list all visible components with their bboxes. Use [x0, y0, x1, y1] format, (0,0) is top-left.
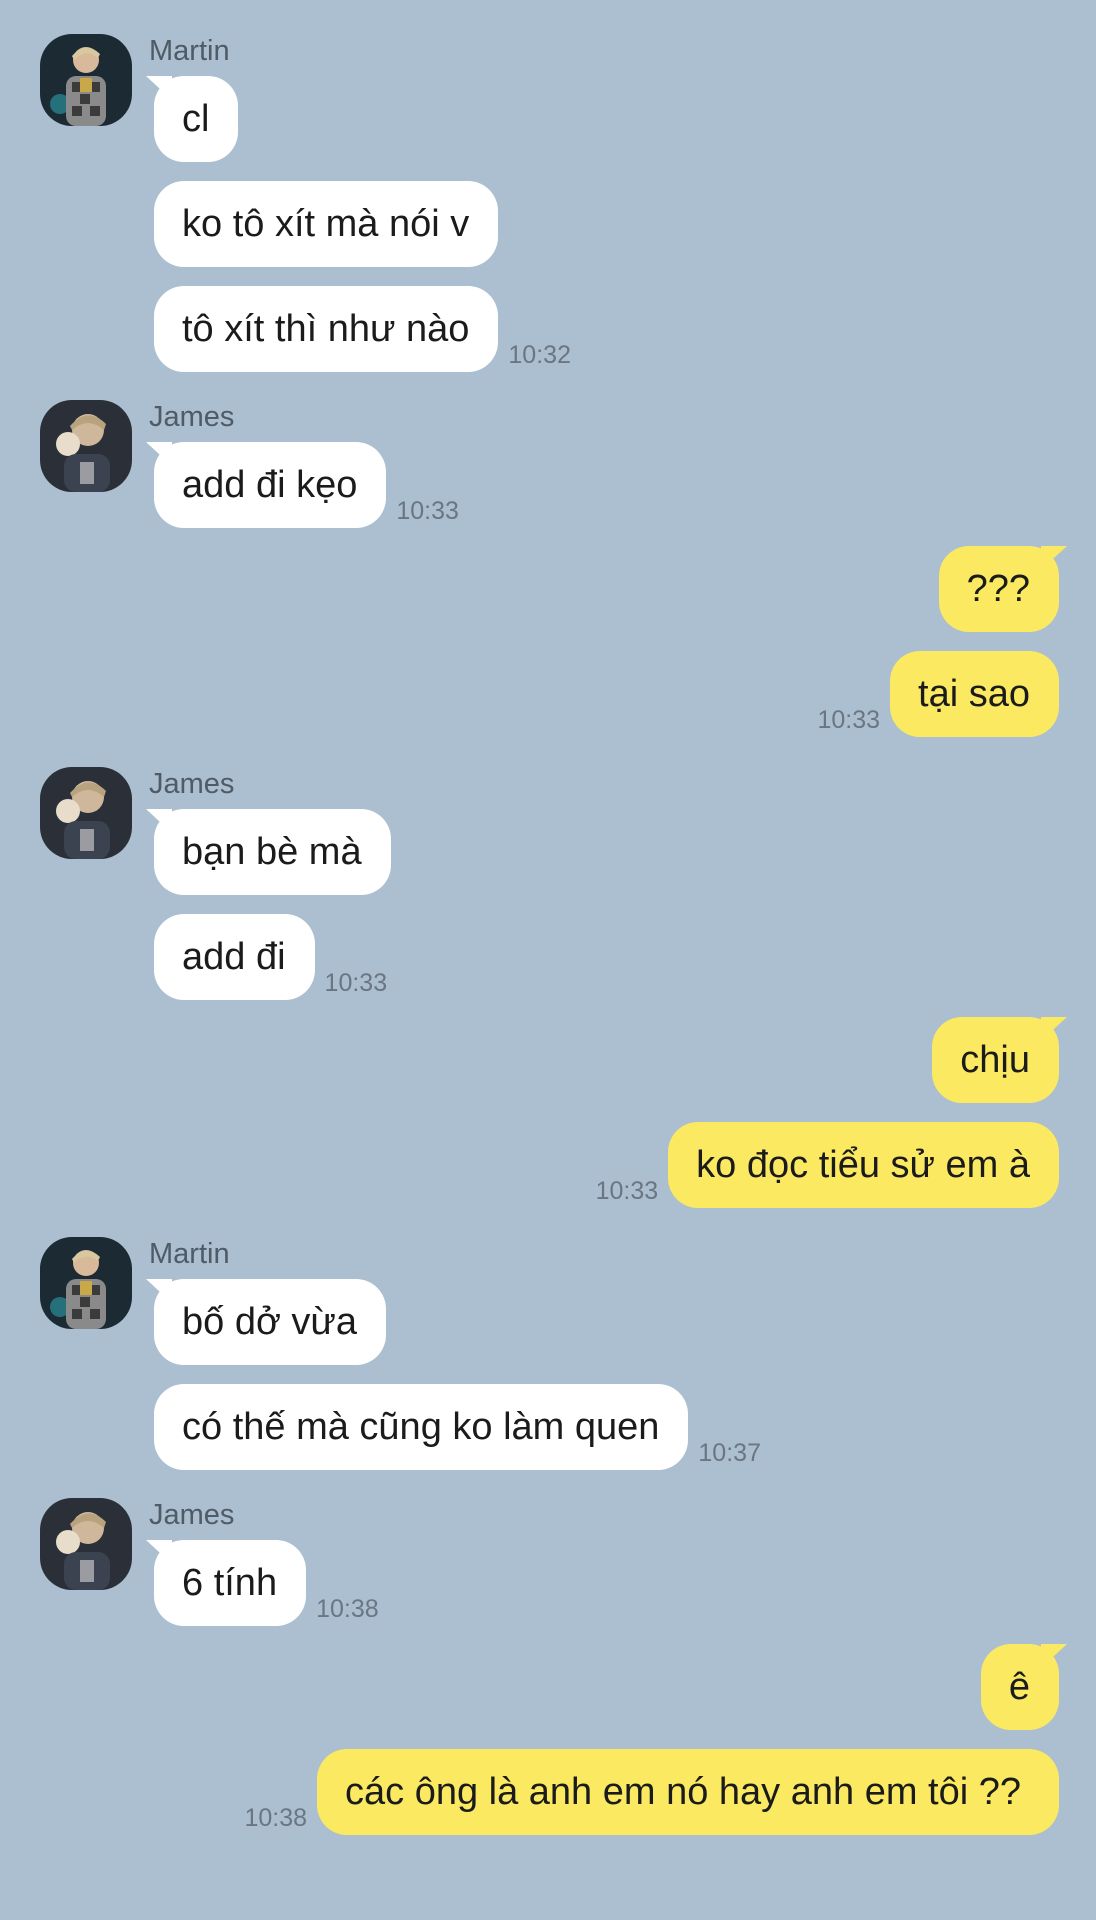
- message-text: bố dở vừa: [182, 1301, 358, 1343]
- bubble-tail: [146, 809, 172, 833]
- message-bubble-incoming[interactable]: add đi kẹo: [146, 442, 387, 528]
- message-text: chịu: [960, 1039, 1030, 1081]
- message-text: 6 tính: [182, 1562, 278, 1604]
- bubble-tail: [1041, 1017, 1067, 1041]
- message-bubble-outgoing[interactable]: chịu: [932, 1017, 1067, 1103]
- sender-name: Martin: [149, 35, 230, 67]
- message-timestamp: 10:32: [508, 341, 571, 369]
- message-timestamp: 10:33: [595, 1177, 659, 1205]
- message-text: ê: [1008, 1666, 1030, 1708]
- message-timestamp: 10:38: [244, 1804, 307, 1832]
- message-bubble-outgoing[interactable]: tại sao: [890, 651, 1059, 737]
- message-bubble-outgoing[interactable]: ê: [980, 1644, 1067, 1730]
- message-row: add đi kẹo 10:33: [0, 442, 1096, 528]
- message-row: 10:33 tại sao: [0, 651, 1096, 737]
- bubble-tail: [146, 1279, 172, 1303]
- message-row: chịu: [0, 1017, 1096, 1103]
- message-text: ko tô xít mà nói v: [182, 203, 470, 245]
- message-row: ê: [0, 1644, 1096, 1730]
- message-bubble-incoming[interactable]: 6 tính: [146, 1540, 307, 1626]
- message-timestamp: 10:38: [316, 1595, 379, 1623]
- message-bubble-outgoing[interactable]: ko đọc tiểu sử em à: [668, 1122, 1059, 1208]
- message-text: các ông là anh em nó hay anh em tôi ??: [345, 1771, 1022, 1813]
- message-text: ko đọc tiểu sử em à: [696, 1144, 1030, 1186]
- message-text: add đi kẹo: [182, 464, 358, 506]
- message-timestamp: 10:37: [698, 1439, 761, 1467]
- message-timestamp: 10:33: [324, 969, 388, 997]
- bubble-tail: [146, 76, 172, 100]
- message-row: tô xít thì như nào 10:32: [0, 286, 1096, 372]
- bubble-tail: [1041, 546, 1067, 570]
- message-bubble-incoming[interactable]: tô xít thì như nào: [154, 286, 499, 372]
- bubble-tail: [146, 1540, 172, 1564]
- message-bubble-incoming[interactable]: bạn bè mà: [146, 809, 391, 895]
- message-text: tô xít thì như nào: [182, 308, 470, 350]
- sender-name: Martin: [149, 1238, 230, 1270]
- message-row: 10:38 các ông là anh em nó hay anh em tô…: [0, 1749, 1096, 1835]
- message-bubble-outgoing[interactable]: ???: [938, 546, 1067, 632]
- bubble-tail: [1041, 1644, 1067, 1668]
- message-bubble-incoming[interactable]: add đi: [154, 914, 315, 1000]
- bubble-tail: [146, 442, 172, 466]
- message-row: add đi 10:33: [0, 914, 1096, 1000]
- message-row: 10:33 ko đọc tiểu sử em à: [0, 1122, 1096, 1208]
- chat-message-list: Martin cl ko tô xít mà nói v tô xít thì …: [0, 0, 1096, 1920]
- message-text: tại sao: [918, 673, 1030, 715]
- sender-name: James: [149, 768, 235, 800]
- message-text: ???: [966, 568, 1030, 610]
- message-text: cl: [182, 98, 210, 140]
- message-row: bố dở vừa: [0, 1279, 1096, 1365]
- message-row: cl: [0, 76, 1096, 162]
- message-timestamp: 10:33: [817, 706, 881, 734]
- message-text: add đi: [182, 936, 286, 978]
- message-row: có thế mà cũng ko làm quen 10:37: [0, 1384, 1096, 1470]
- message-bubble-incoming[interactable]: cl: [146, 76, 239, 162]
- message-row: ???: [0, 546, 1096, 632]
- sender-name: James: [149, 1499, 235, 1531]
- message-text: có thế mà cũng ko làm quen: [182, 1406, 660, 1448]
- message-bubble-outgoing[interactable]: các ông là anh em nó hay anh em tôi ??: [317, 1749, 1059, 1835]
- message-bubble-incoming[interactable]: ko tô xít mà nói v: [154, 181, 499, 267]
- message-timestamp: 10:33: [396, 497, 459, 525]
- message-bubble-incoming[interactable]: bố dở vừa: [146, 1279, 387, 1365]
- message-row: 6 tính 10:38: [0, 1540, 1096, 1626]
- message-bubble-incoming[interactable]: có thế mà cũng ko làm quen: [154, 1384, 689, 1470]
- message-row: bạn bè mà: [0, 809, 1096, 895]
- sender-name: James: [149, 401, 235, 433]
- message-text: bạn bè mà: [182, 831, 362, 873]
- message-row: ko tô xít mà nói v: [0, 181, 1096, 267]
